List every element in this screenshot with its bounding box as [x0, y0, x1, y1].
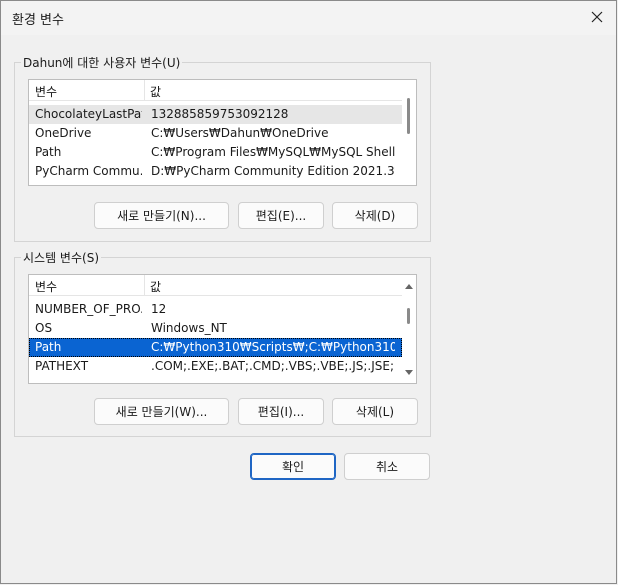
- user-variable-row[interactable]: ChocolateyLastPat... 132885859753092128: [29, 105, 402, 124]
- title-bar: 환경 변수: [1, 1, 616, 35]
- variable-value: .COM;.EXE;.BAT;.CMD;.VBS;.VBE;.JS;.JSE;.…: [151, 359, 395, 373]
- column-header-name[interactable]: 변수: [35, 83, 57, 100]
- system-edit-button[interactable]: 편집(I)...: [238, 398, 324, 425]
- column-header-value[interactable]: 값: [150, 278, 161, 295]
- column-header-name[interactable]: 변수: [35, 278, 57, 295]
- user-variables-group: Dahun에 대한 사용자 변수(U) 변수 값 ChocolateyLastP…: [14, 54, 431, 242]
- variable-value: D:₩PyCharm Community Edition 2021.3₩...: [151, 164, 395, 178]
- list-header: 변수 값: [29, 80, 402, 101]
- environment-variables-dialog: 환경 변수 Dahun에 대한 사용자 변수(U) 변수 값 Chocolate…: [0, 0, 617, 584]
- system-list-scrollbar[interactable]: [402, 275, 416, 383]
- scrollbar-thumb[interactable]: [407, 98, 410, 134]
- variable-value: C:₩Python310₩Scripts₩;C:₩Python310₩;...: [151, 340, 395, 354]
- variable-name: Path: [35, 340, 62, 354]
- dialog-title: 환경 변수: [12, 13, 64, 28]
- system-variable-row[interactable]: NUMBER_OF_PRO... 12: [29, 300, 402, 319]
- scroll-down-button[interactable]: [404, 368, 414, 376]
- user-variable-row[interactable]: OneDrive C:₩Users₩Dahun₩OneDrive: [29, 124, 402, 143]
- system-variable-row-selected[interactable]: Path C:₩Python310₩Scripts₩;C:₩Python310₩…: [29, 338, 402, 357]
- variable-name: NUMBER_OF_PRO...: [35, 302, 142, 316]
- variable-name: PATHEXT: [35, 359, 89, 373]
- column-separator: [144, 80, 145, 100]
- variable-value: 132885859753092128: [151, 107, 289, 121]
- column-separator: [144, 275, 145, 295]
- variable-value: 12: [151, 302, 167, 316]
- system-new-button[interactable]: 새로 만들기(W)...: [94, 398, 229, 425]
- system-variable-row[interactable]: PATHEXT .COM;.EXE;.BAT;.CMD;.VBS;.VBE;.J…: [29, 357, 402, 376]
- scroll-up-button[interactable]: [404, 282, 414, 290]
- variable-value: C:₩Program Files₩MySQL₩MySQL Shell 8....: [151, 145, 395, 159]
- system-variables-group: 시스템 변수(S) 변수 값 NUMBER_OF_PRO... 12 OS Wi…: [14, 249, 431, 437]
- user-delete-button[interactable]: 삭제(D): [332, 202, 418, 229]
- ok-button[interactable]: 확인: [250, 453, 336, 480]
- cancel-button[interactable]: 취소: [344, 453, 430, 480]
- system-delete-button[interactable]: 삭제(L): [332, 398, 418, 425]
- user-variables-legend: Dahun에 대한 사용자 변수(U): [21, 54, 183, 71]
- user-edit-button[interactable]: 편집(E)...: [238, 202, 324, 229]
- chevron-up-icon: [405, 283, 413, 289]
- system-variable-row[interactable]: OS Windows_NT: [29, 319, 402, 338]
- variable-name: ChocolateyLastPat...: [35, 107, 142, 121]
- user-variable-row[interactable]: Path C:₩Program Files₩MySQL₩MySQL Shell …: [29, 143, 402, 162]
- scrollbar-thumb[interactable]: [407, 308, 410, 324]
- system-variables-legend: 시스템 변수(S): [21, 249, 101, 266]
- column-header-value[interactable]: 값: [150, 83, 161, 100]
- user-variable-row[interactable]: PyCharm Commu... D:₩PyCharm Community Ed…: [29, 162, 402, 181]
- close-icon: [591, 11, 603, 23]
- user-new-button[interactable]: 새로 만들기(N)...: [94, 202, 229, 229]
- user-list-scrollbar[interactable]: [402, 80, 416, 185]
- variable-name: PyCharm Commu...: [35, 164, 142, 178]
- close-button[interactable]: [582, 4, 612, 30]
- variable-name: OneDrive: [35, 126, 92, 140]
- variable-value: C:₩Users₩Dahun₩OneDrive: [151, 126, 329, 140]
- list-header: 변수 값: [29, 275, 402, 296]
- user-variables-list[interactable]: 변수 값 ChocolateyLastPat... 13288585975309…: [28, 79, 417, 186]
- system-variables-list[interactable]: 변수 값 NUMBER_OF_PRO... 12 OS Windows_NT P…: [28, 274, 417, 384]
- variable-name: OS: [35, 321, 53, 335]
- variable-value: Windows_NT: [151, 321, 227, 335]
- variable-name: Path: [35, 145, 62, 159]
- chevron-down-icon: [405, 369, 413, 375]
